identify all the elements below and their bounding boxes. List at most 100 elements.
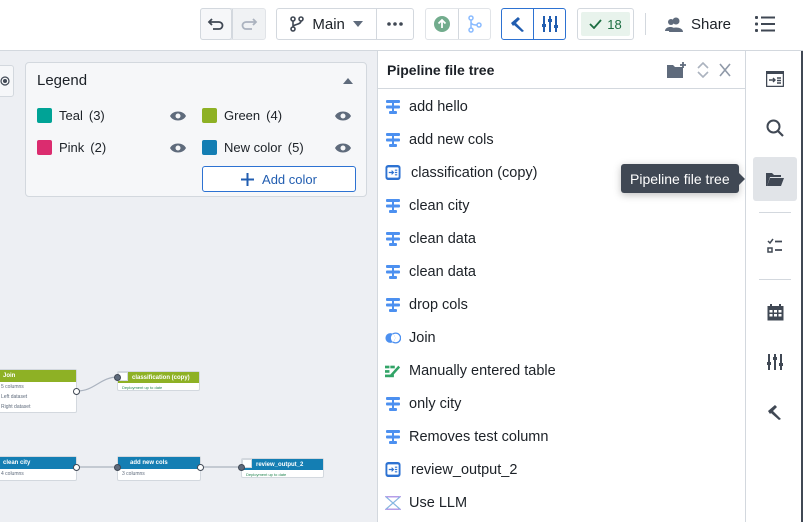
sidebar-schedule-button[interactable] [753, 290, 797, 334]
tree-item-label: Join [409, 329, 436, 346]
new-folder-button[interactable] [667, 62, 687, 78]
input-port[interactable] [114, 374, 121, 381]
calendar-icon [767, 303, 783, 320]
transform-icon [385, 132, 401, 148]
sliders-icon [541, 16, 558, 32]
more-icon [387, 22, 403, 26]
list-icon [755, 16, 775, 32]
panel-header: Pipeline file tree [378, 51, 745, 89]
output-port[interactable] [197, 464, 204, 471]
build-group [501, 8, 566, 40]
output-icon [385, 461, 401, 478]
tooltip: Pipeline file tree [621, 164, 745, 193]
tree-item[interactable]: Manually entered table [378, 354, 745, 387]
tree-item[interactable]: Join [378, 321, 745, 354]
chevron-up-down-icon [697, 62, 709, 78]
node-row: 3 columns [122, 471, 145, 477]
tree-item-label: add hello [409, 98, 468, 115]
properties-list-button[interactable] [752, 10, 778, 38]
graph-node-review-output-2[interactable]: review_output_2 Deployment up to date [241, 458, 324, 478]
sidebar-file-tree-button[interactable] [753, 157, 797, 201]
checks-count: 18 [607, 16, 622, 32]
node-title: add new cols [118, 457, 200, 469]
sidebar-inputs-button[interactable] [753, 57, 797, 101]
node-row: 5 columns [1, 384, 24, 390]
node-status: Deployment up to date [246, 471, 287, 477]
graph-canvas[interactable]: Legend Teal (3) Green (4) Pink (2) New c… [0, 51, 377, 522]
close-icon [719, 63, 731, 77]
arrow-up-circle-icon [434, 16, 450, 32]
tree-item[interactable]: review_output_2 [378, 453, 745, 486]
expand-collapse-button[interactable] [697, 62, 709, 78]
toolbar-divider [645, 13, 646, 35]
node-status: Deployment up to date [122, 384, 163, 390]
llm-icon [385, 495, 401, 511]
sidebar-search-button[interactable] [753, 106, 797, 150]
sidebar-divider [759, 279, 791, 280]
tree-item[interactable]: clean city [378, 189, 745, 222]
share-label: Share [691, 15, 732, 33]
undo-icon [207, 18, 224, 30]
transform-icon [385, 297, 401, 313]
tree-item[interactable]: clean data [378, 255, 745, 288]
deploy-button[interactable] [426, 9, 458, 39]
sidebar-settings-button[interactable] [753, 340, 797, 384]
input-port[interactable] [238, 464, 245, 471]
build-button[interactable] [502, 9, 533, 39]
node-row: Right dataset [1, 404, 31, 410]
tree-item[interactable]: drop cols [378, 288, 745, 321]
tree-item-label: only city [409, 395, 462, 412]
graph-node-add-new-cols[interactable]: add new cols 3 columns [117, 456, 201, 481]
redo-button[interactable] [232, 9, 264, 39]
tree-item-label: drop cols [409, 296, 468, 313]
sidebar-checks-button[interactable] [753, 224, 797, 268]
close-panel-button[interactable] [719, 63, 731, 77]
graph-node-classification-copy[interactable]: classification (copy) Deployment up to d… [117, 371, 200, 391]
redo-icon [241, 18, 257, 30]
tree-item[interactable]: Removes test column [378, 420, 745, 453]
node-row: 4 columns [1, 471, 24, 477]
join-icon [385, 330, 401, 346]
tree-item-label: classification (copy) [411, 164, 538, 181]
merge-button[interactable] [458, 9, 490, 39]
branch-selector[interactable]: Main [277, 9, 376, 39]
output-icon [385, 164, 401, 181]
checklist-icon [767, 238, 782, 253]
share-button[interactable]: Share [665, 10, 731, 38]
panel-title: Pipeline file tree [387, 61, 495, 78]
tree-item[interactable]: add new cols [378, 123, 745, 156]
output-port[interactable] [73, 464, 80, 471]
tree-item-label: clean city [409, 197, 470, 214]
branch-name: Main [312, 15, 345, 33]
merge-icon [467, 15, 482, 33]
settings-sliders-button[interactable] [533, 9, 565, 39]
input-panel-icon [766, 71, 784, 87]
node-title: Join [0, 370, 76, 382]
right-sidebar [747, 51, 803, 522]
caret-down-icon [352, 21, 363, 27]
tree-item[interactable]: only city [378, 387, 745, 420]
checks-button[interactable]: 18 [577, 8, 634, 40]
input-port[interactable] [114, 464, 121, 471]
undo-button[interactable] [200, 8, 232, 40]
graph-node-join[interactable]: Join 5 columns Left dataset Right datase… [0, 369, 77, 413]
file-tree-list: add hello add new cols classification (c… [378, 89, 745, 519]
edge-join-classification [76, 376, 119, 392]
hammer-icon [768, 405, 781, 420]
graph-node-clean-city[interactable]: clean city 4 columns [0, 456, 77, 481]
node-row: Left dataset [1, 394, 28, 400]
tree-item-label: clean data [409, 230, 476, 247]
tree-item[interactable]: Use LLM [378, 486, 745, 519]
tree-item-label: review_output_2 [411, 461, 518, 478]
transform-icon [385, 396, 401, 412]
sidebar-build-button[interactable] [753, 390, 797, 434]
manual-table-icon [385, 363, 401, 379]
branch-group: Main [276, 8, 414, 40]
transform-icon [385, 198, 401, 214]
tree-item[interactable]: clean data [378, 222, 745, 255]
deploy-group [425, 8, 491, 40]
output-port[interactable] [73, 388, 80, 395]
more-options-button[interactable] [376, 9, 413, 39]
tree-item-label: Removes test column [409, 428, 549, 445]
tree-item[interactable]: add hello [378, 90, 745, 123]
